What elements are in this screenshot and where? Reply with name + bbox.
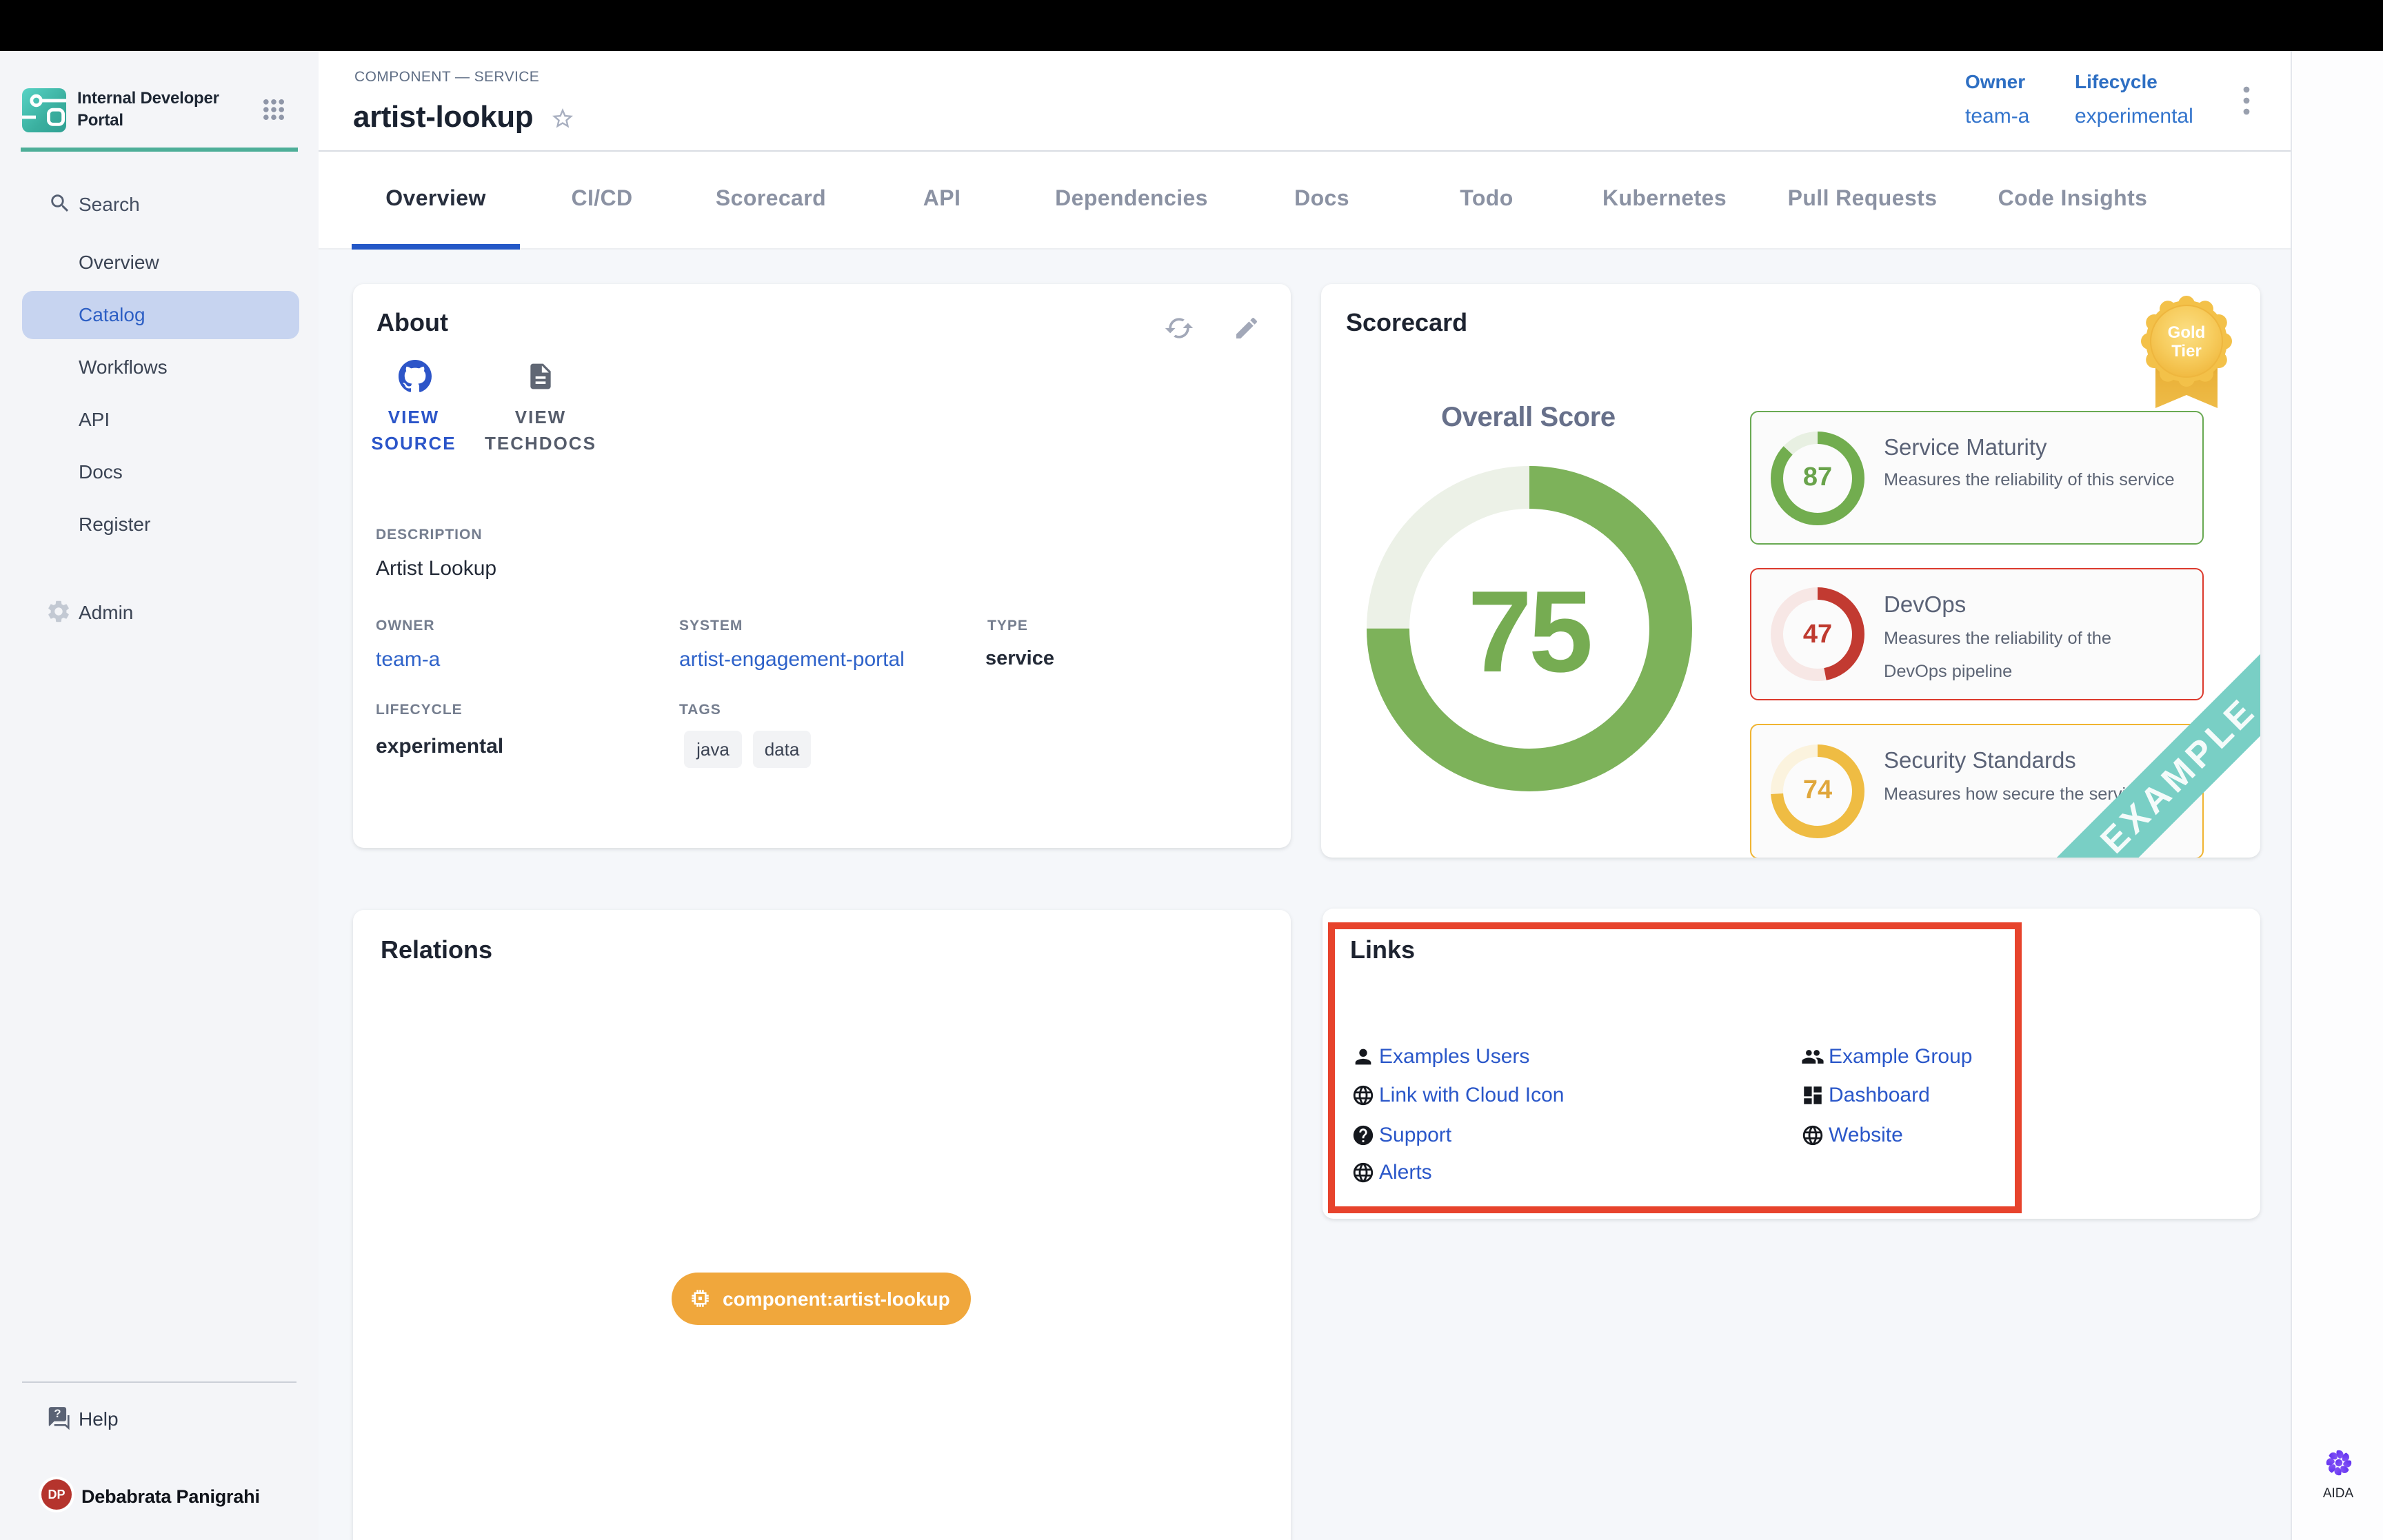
svg-text:?: ? xyxy=(54,1407,61,1420)
